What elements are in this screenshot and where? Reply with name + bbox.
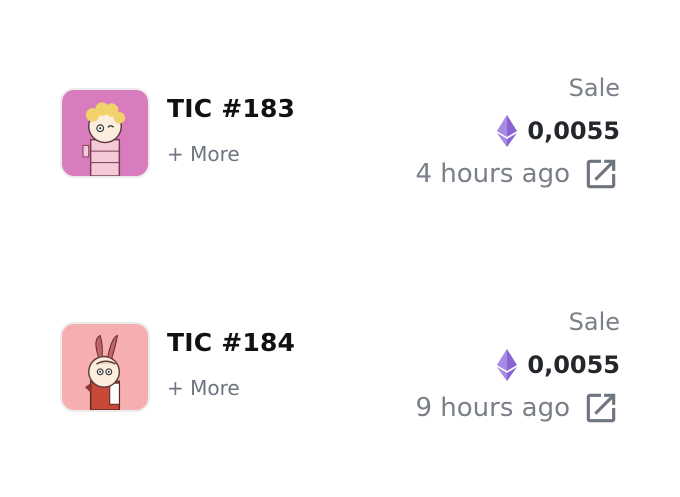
nft-thumbnail[interactable] [60, 88, 150, 178]
activity-row: TIC #184 + More Sale 0,0055 9 hours ago [0, 306, 680, 446]
open-in-new-icon[interactable] [582, 155, 620, 193]
more-link[interactable]: + More [167, 142, 240, 166]
more-link[interactable]: + More [167, 376, 240, 400]
nft-artwork-image [62, 90, 148, 176]
price: 0,0055 [497, 114, 620, 148]
nft-thumbnail[interactable] [60, 322, 150, 412]
time-ago: 4 hours ago [415, 159, 570, 189]
open-in-new-icon[interactable] [582, 389, 620, 427]
price-value: 0,0055 [527, 117, 620, 145]
nft-artwork-image [62, 324, 148, 410]
event-type: Sale [568, 74, 620, 102]
timestamp: 9 hours ago [415, 388, 620, 428]
ethereum-icon [497, 349, 518, 381]
time-ago: 9 hours ago [415, 393, 570, 423]
activity-row: TIC #183 + More Sale 0,0055 4 hours ago [0, 72, 680, 212]
nft-name[interactable]: TIC #183 [167, 94, 295, 123]
ethereum-icon [497, 115, 518, 147]
timestamp: 4 hours ago [415, 154, 620, 194]
nft-name[interactable]: TIC #184 [167, 328, 295, 357]
event-type: Sale [568, 308, 620, 336]
price-value: 0,0055 [527, 351, 620, 379]
price: 0,0055 [497, 348, 620, 382]
